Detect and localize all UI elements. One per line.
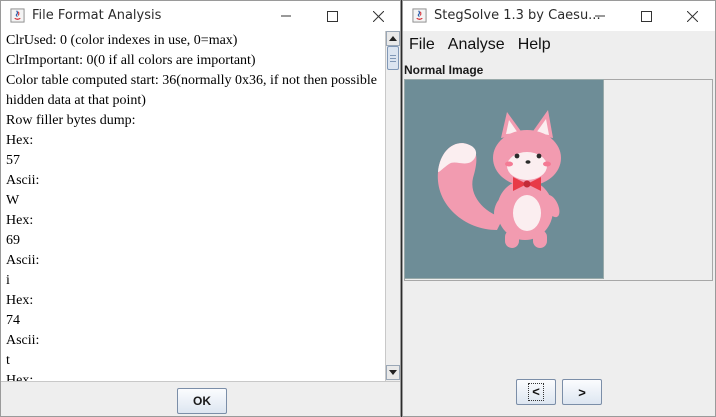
analysis-line: hidden data at that point) bbox=[6, 93, 146, 108]
analysis-line: ClrImportant: 0(0 if all colors are impo… bbox=[6, 53, 256, 68]
analysis-line: Color table computed start: 36(normally … bbox=[6, 73, 377, 88]
analysis-line: i bbox=[6, 273, 10, 288]
minimize-icon bbox=[595, 15, 605, 17]
minimize-button[interactable] bbox=[263, 1, 309, 31]
analysis-line: Hex: bbox=[6, 133, 34, 148]
analysis-text-area[interactable]: ClrUsed: 0 (color indexes in use, 0=max)… bbox=[2, 31, 384, 381]
menu-help[interactable]: Help bbox=[518, 36, 551, 54]
scroll-down-button[interactable] bbox=[386, 365, 400, 380]
java-icon bbox=[10, 8, 25, 23]
maximize-icon bbox=[640, 10, 652, 22]
menu-analyse[interactable]: Analyse bbox=[448, 36, 505, 54]
analysis-line: Hex: bbox=[6, 213, 34, 228]
analysis-line: 74 bbox=[6, 313, 20, 328]
maximize-icon bbox=[326, 10, 338, 22]
maximize-button[interactable] bbox=[309, 1, 355, 31]
menu-file[interactable]: File bbox=[409, 36, 435, 54]
stegsolve-window: StegSolve 1.3 by Caesu... File Analyse H… bbox=[402, 0, 716, 417]
analysis-line: Hex: bbox=[6, 373, 34, 381]
navigation-bar: < > bbox=[403, 369, 715, 416]
analysis-line: W bbox=[6, 193, 20, 208]
maximize-button[interactable] bbox=[623, 1, 669, 31]
title-bar[interactable]: StegSolve 1.3 by Caesu... bbox=[403, 1, 715, 31]
window-title: File Format Analysis bbox=[32, 8, 162, 23]
java-icon bbox=[412, 8, 427, 23]
close-button[interactable] bbox=[355, 1, 400, 31]
minimize-icon bbox=[281, 15, 291, 17]
close-button[interactable] bbox=[669, 1, 715, 31]
scroll-thumb[interactable] bbox=[387, 46, 399, 70]
vertical-scrollbar[interactable] bbox=[385, 31, 400, 381]
analysis-line: ClrUsed: 0 (color indexes in use, 0=max) bbox=[6, 33, 238, 48]
panel-label: Normal Image bbox=[404, 63, 484, 77]
analysis-line: Ascii: bbox=[6, 333, 40, 348]
preview-image bbox=[404, 79, 604, 279]
next-button[interactable]: > bbox=[562, 379, 602, 405]
close-icon bbox=[372, 10, 384, 22]
analysis-line: Ascii: bbox=[6, 253, 40, 268]
close-icon bbox=[686, 10, 698, 22]
ok-button[interactable]: OK bbox=[177, 388, 227, 414]
analysis-line: Ascii: bbox=[6, 173, 40, 188]
menu-bar: File Analyse Help bbox=[403, 31, 715, 59]
arrow-down-icon bbox=[389, 370, 397, 375]
window-title: StegSolve 1.3 by Caesu... bbox=[434, 8, 601, 23]
fox-illustration bbox=[437, 110, 561, 248]
analysis-line: 69 bbox=[6, 233, 20, 248]
scroll-up-button[interactable] bbox=[386, 31, 400, 46]
arrow-up-icon bbox=[389, 36, 397, 41]
analysis-line: t bbox=[6, 353, 10, 368]
file-format-analysis-window: File Format Analysis ClrUsed: 0 (color i… bbox=[0, 0, 401, 417]
analysis-line: Hex: bbox=[6, 293, 34, 308]
minimize-button[interactable] bbox=[577, 1, 623, 31]
button-bar: OK bbox=[1, 381, 400, 416]
previous-label: < bbox=[528, 383, 544, 401]
title-bar[interactable]: File Format Analysis bbox=[1, 1, 400, 31]
analysis-line: 57 bbox=[6, 153, 20, 168]
analysis-line: Row filler bytes dump: bbox=[6, 113, 136, 128]
previous-button[interactable]: < bbox=[516, 379, 556, 405]
image-panel: Normal Image bbox=[403, 59, 715, 369]
